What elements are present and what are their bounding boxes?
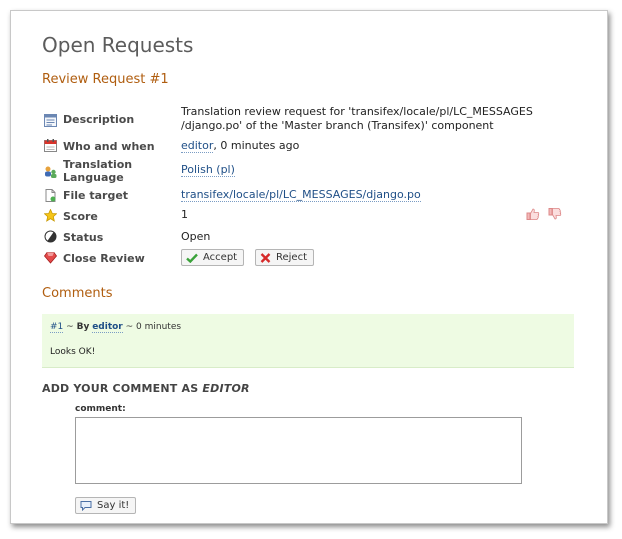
who-and-when-value: editor, 0 minutes ago [181, 139, 299, 153]
comment-field-label: comment: [75, 404, 126, 414]
say-it-label: Say it! [97, 500, 130, 511]
comment-separator: ~ [66, 322, 74, 332]
author-link[interactable]: editor [181, 139, 214, 153]
ruby-icon [44, 252, 57, 264]
thumb-up-icon[interactable] [526, 208, 540, 220]
description-value: Translation review request for 'transife… [181, 105, 533, 133]
who-and-when-label: Who and when [63, 140, 155, 153]
note-icon [44, 114, 57, 127]
close-review-label: Close Review [63, 252, 145, 265]
translation-language-label: Translation Language [63, 158, 133, 184]
comment-item: #1 ~ By editor ~ 0 minutes Looks OK! [42, 314, 574, 368]
score-value: 1 [181, 208, 188, 221]
comment-meta: #1 ~ By editor ~ 0 minutes [50, 322, 182, 333]
thumb-down-icon[interactable] [548, 208, 562, 220]
comment-author-link[interactable]: editor [92, 322, 123, 333]
speech-bubble-icon [80, 501, 92, 511]
file-icon [45, 189, 56, 202]
review-panel: Open Requests Review Request #1 Descript… [10, 10, 608, 524]
comment-text: Looks OK! [50, 347, 96, 357]
description-line-2: /django.po' of the 'Master branch (Trans… [181, 119, 494, 132]
comments-heading: Comments [42, 286, 113, 301]
description-label: Description [63, 113, 135, 126]
check-icon [186, 253, 198, 263]
language-link[interactable]: Polish (pl) [181, 163, 235, 177]
file-target-link[interactable]: transifex/locale/pl/LC_MESSAGES/django.p… [181, 188, 421, 202]
add-comment-heading: ADD YOUR COMMENT AS EDITOR [42, 382, 250, 395]
language-icon [45, 166, 57, 178]
description-line-1: Translation review request for 'transife… [181, 105, 533, 118]
accept-button[interactable]: Accept [181, 249, 245, 266]
review-request-title: Review Request #1 [42, 72, 169, 87]
reject-label: Reject [276, 252, 308, 263]
comment-textarea[interactable] [75, 417, 522, 484]
file-target-label: File target [63, 189, 129, 202]
status-label: Status [63, 231, 104, 244]
score-label: Score [63, 210, 98, 223]
comment-permalink[interactable]: #1 [50, 322, 64, 333]
comment-by-label: By [76, 322, 90, 332]
add-comment-user: EDITOR [202, 382, 250, 395]
reject-button[interactable]: Reject [255, 249, 315, 266]
page-title: Open Requests [42, 33, 194, 57]
comment-time: ~ 0 minutes [125, 322, 182, 332]
translation-language-value: Polish (pl) [181, 163, 235, 177]
star-icon [44, 209, 57, 222]
file-target-value: transifex/locale/pl/LC_MESSAGES/django.p… [181, 188, 421, 202]
accept-label: Accept [203, 252, 238, 263]
status-value: Open [181, 230, 211, 243]
status-icon [44, 230, 57, 243]
who-time: , 0 minutes ago [213, 139, 300, 152]
calendar-icon [44, 139, 57, 152]
cross-icon [260, 252, 271, 263]
say-it-button[interactable]: Say it! [75, 497, 137, 514]
